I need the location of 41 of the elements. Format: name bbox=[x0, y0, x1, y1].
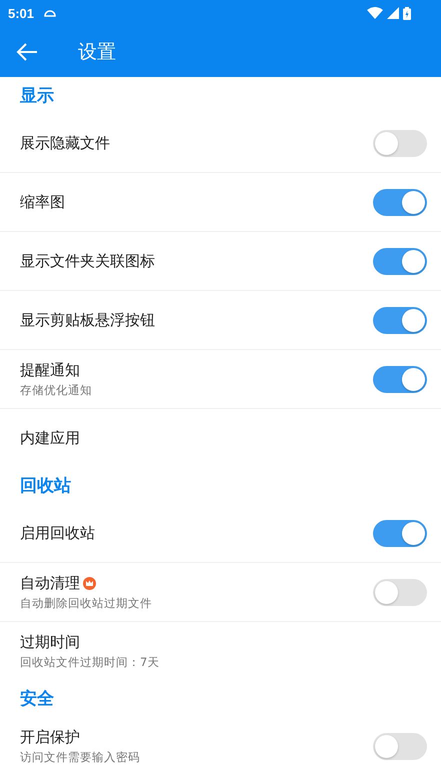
setting-description: 回收站文件过期时间：7天 bbox=[20, 654, 160, 670]
setting-description: 存储优化通知 bbox=[20, 382, 93, 398]
setting-label: 展示隐藏文件 bbox=[20, 134, 110, 152]
setting-label: 缩率图 bbox=[20, 192, 65, 212]
toggle-switch[interactable] bbox=[373, 732, 427, 760]
setting-label: 开启保护 bbox=[20, 728, 80, 746]
setting-label: 提醒通知 bbox=[20, 360, 80, 380]
settings-row[interactable]: 开启保护 访问文件需要输入密码 bbox=[0, 716, 441, 775]
setting-label: 自动清理 bbox=[20, 574, 80, 592]
toggle-switch[interactable] bbox=[373, 578, 427, 606]
back-arrow-icon bbox=[16, 42, 38, 60]
settings-row[interactable]: 显示剪贴板悬浮按钮 bbox=[0, 290, 441, 349]
settings-row[interactable]: 启用回收站 bbox=[0, 503, 441, 562]
setting-label: 过期时间 bbox=[20, 632, 80, 652]
toggle-switch[interactable] bbox=[373, 366, 427, 392]
settings-row[interactable]: 缩率图 bbox=[0, 172, 441, 231]
setting-label: 显示文件夹关联图标 bbox=[20, 252, 155, 270]
toggle-switch[interactable] bbox=[373, 520, 427, 546]
setting-label: 内建应用 bbox=[20, 428, 80, 448]
toggle-switch[interactable] bbox=[373, 188, 427, 216]
battery-icon bbox=[403, 6, 411, 20]
settings-row[interactable]: 内建应用 bbox=[0, 408, 441, 467]
setting-label: 启用回收站 bbox=[20, 524, 95, 542]
toggle-switch[interactable] bbox=[373, 248, 427, 274]
section-header: 回收站 bbox=[19, 474, 71, 498]
page-title: 设置 bbox=[78, 40, 116, 64]
settings-row[interactable]: 自动清理 自动删除回收站过期文件 bbox=[0, 562, 441, 621]
status-time: 5:01 bbox=[8, 6, 34, 20]
signal-icon bbox=[387, 7, 399, 19]
settings-row[interactable]: 过期时间 回收站文件过期时间：7天 bbox=[0, 621, 441, 680]
toggle-switch[interactable] bbox=[373, 130, 427, 156]
section-header: 显示 bbox=[19, 84, 54, 108]
setting-label: 显示剪贴板悬浮按钮 bbox=[20, 310, 155, 330]
toggle-switch[interactable] bbox=[373, 306, 427, 334]
wifi-icon bbox=[367, 7, 383, 19]
settings-row[interactable]: 提醒通知 存储优化通知 bbox=[0, 349, 441, 408]
settings-row[interactable]: 展示隐藏文件 bbox=[0, 113, 441, 172]
setting-description: 访问文件需要输入密码 bbox=[20, 750, 141, 764]
setting-description: 自动删除回收站过期文件 bbox=[20, 596, 153, 610]
section-header: 安全 bbox=[19, 688, 54, 710]
settings-row[interactable]: 显示文件夹关联图标 bbox=[0, 231, 441, 290]
